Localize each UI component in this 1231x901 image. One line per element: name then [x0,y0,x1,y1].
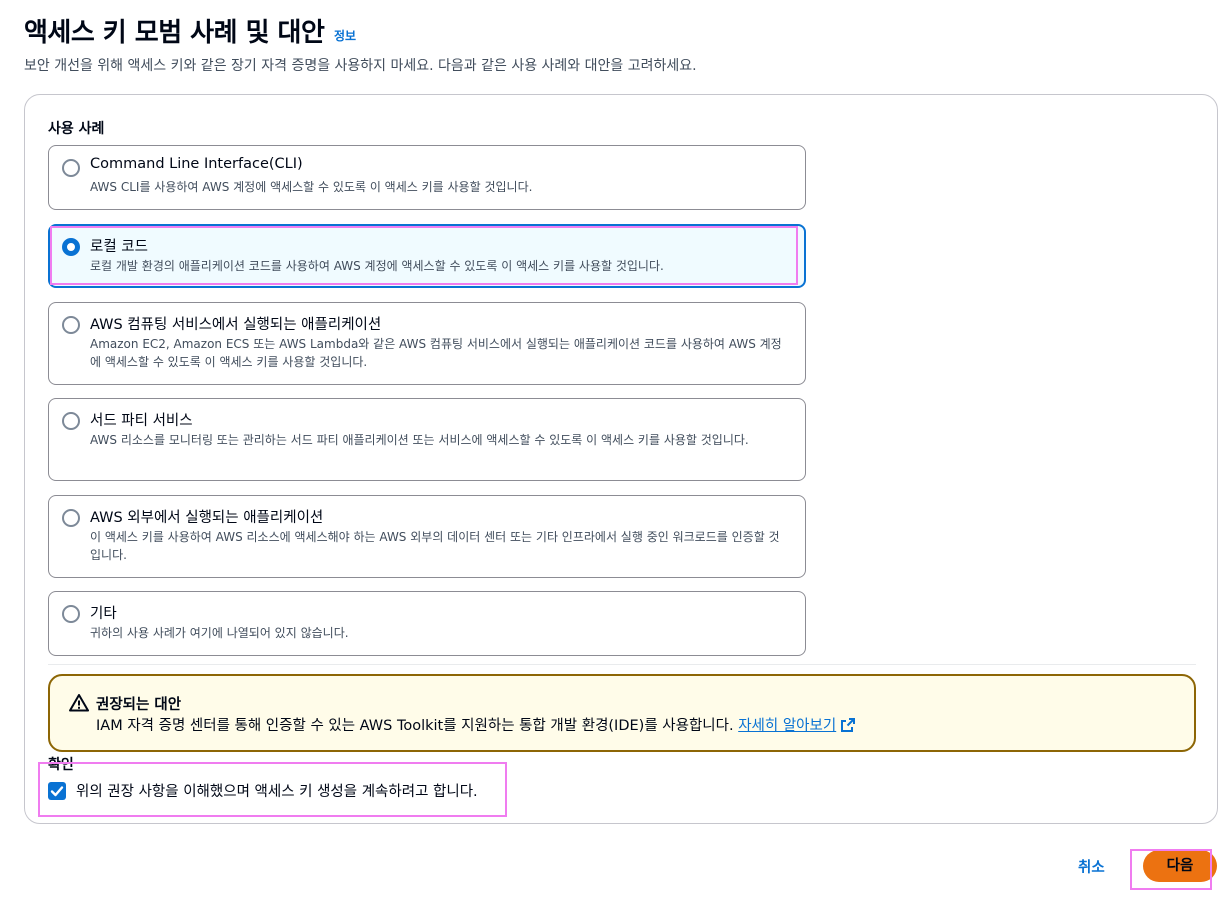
option-third-party[interactable]: 서드 파티 서비스 AWS 리소스를 모니터링 또는 관리하는 서드 파티 애플… [48,398,806,481]
alert-text: IAM 자격 증명 센터를 통해 인증할 수 있는 AWS Toolkit를 지… [96,714,856,737]
radio-button[interactable] [62,159,80,177]
alert-body: IAM 자격 증명 센터를 통해 인증할 수 있는 AWS Toolkit를 지… [96,718,734,734]
option-title: 기타 [90,606,117,622]
option-aws-compute[interactable]: AWS 컴퓨팅 서비스에서 실행되는 애플리케이션 Amazon EC2, Am… [48,302,806,385]
learn-more-label[interactable]: 자세히 알아보기 [738,718,836,734]
cancel-button[interactable]: 취소 [1078,856,1105,877]
option-title: Command Line Interface(CLI) [90,156,303,172]
option-title: AWS 컴퓨팅 서비스에서 실행되는 애플리케이션 [90,317,382,333]
checkmark-icon [50,786,64,797]
radio-button[interactable] [62,509,80,527]
option-description: AWS CLI를 사용하여 AWS 계정에 액세스할 수 있도록 이 액세스 키… [90,180,533,194]
use-case-label: 사용 사례 [48,121,105,137]
option-description: AWS 리소스를 모니터링 또는 관리하는 서드 파티 애플리케이션 또는 서비… [90,433,749,447]
recommended-alternative-alert: 권장되는 대안 IAM 자격 증명 센터를 통해 인증할 수 있는 AWS To… [48,674,1196,752]
warning-icon [69,693,89,713]
confirm-checkbox-label[interactable]: 위의 권장 사항을 이해했으며 액세스 키 생성을 계속하려고 합니다. [76,780,478,801]
radio-button[interactable] [62,316,80,334]
option-title: AWS 외부에서 실행되는 애플리케이션 [90,510,324,526]
confirm-checkbox[interactable] [48,782,66,800]
learn-more-link[interactable]: 자세히 알아보기 [738,718,856,734]
option-local-code[interactable]: 로컬 코드 로컬 개발 환경의 애플리케이션 코드를 사용하여 AWS 계정에 … [48,224,806,288]
next-button[interactable]: 다음 [1143,850,1217,882]
option-description: 이 액세스 키를 사용하여 AWS 리소스에 액세스해야 하는 AWS 외부의 … [90,530,780,562]
option-title: 로컬 코드 [90,239,148,255]
option-description: 귀하의 사용 사례가 여기에 나열되어 있지 않습니다. [90,626,349,640]
page-title: 액세스 키 모범 사례 및 대안 [24,18,325,48]
radio-button[interactable] [62,605,80,623]
option-cli[interactable]: Command Line Interface(CLI) AWS CLI를 사용하… [48,145,806,210]
radio-button[interactable] [62,412,80,430]
option-description: Amazon EC2, Amazon ECS 또는 AWS Lambda와 같은… [90,337,782,369]
confirmation-label: 확인 [48,757,74,773]
option-outside-aws[interactable]: AWS 외부에서 실행되는 애플리케이션 이 액세스 키를 사용하여 AWS 리… [48,495,806,578]
info-link[interactable]: 정보 [334,27,356,44]
alert-title: 권장되는 대안 [96,697,182,713]
option-other[interactable]: 기타 귀하의 사용 사례가 여기에 나열되어 있지 않습니다. [48,591,806,656]
page-description: 보안 개선을 위해 액세스 키와 같은 장기 자격 증명을 사용하지 마세요. … [24,58,697,74]
radio-button-selected[interactable] [62,238,80,256]
external-link-icon[interactable] [840,717,856,737]
option-title: 서드 파티 서비스 [90,413,193,429]
option-description: 로컬 개발 환경의 애플리케이션 코드를 사용하여 AWS 계정에 액세스할 수… [90,259,664,273]
divider [48,664,1196,665]
